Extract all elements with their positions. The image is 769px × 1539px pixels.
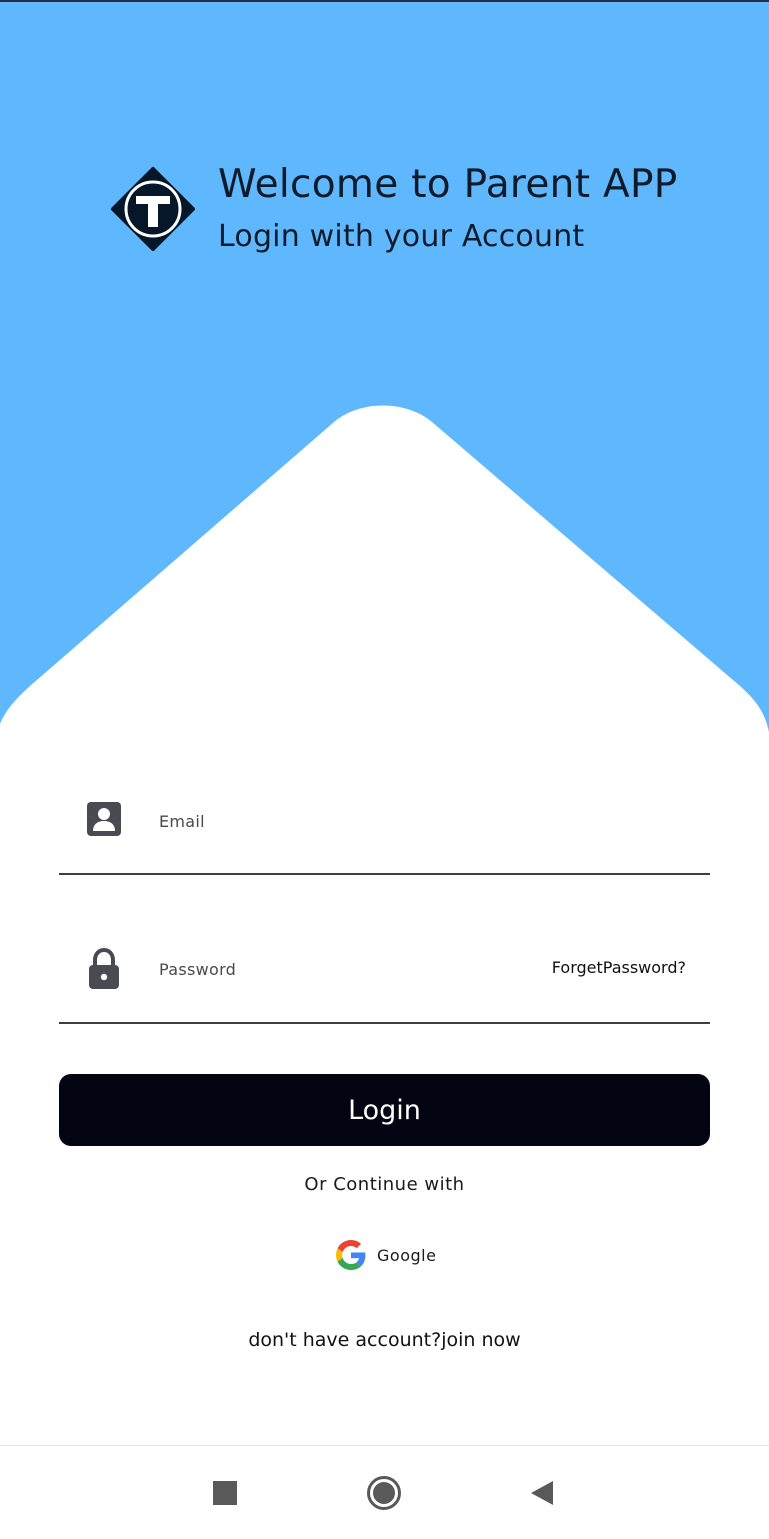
password-field: ForgetPassword?	[59, 927, 710, 1024]
login-button[interactable]: Login	[59, 1074, 710, 1146]
welcome-subtitle: Login with your Account	[218, 219, 585, 254]
t-diamond-logo-icon	[111, 167, 195, 251]
signup-row: don't have account?join now	[0, 1329, 769, 1351]
email-field	[59, 778, 710, 875]
email-input[interactable]	[159, 809, 679, 833]
join-now-link[interactable]: join now	[441, 1329, 520, 1351]
back-triangle-icon[interactable]	[529, 1479, 555, 1507]
password-input[interactable]	[159, 957, 539, 981]
lock-icon	[85, 947, 123, 989]
welcome-title: Welcome to Parent APP	[218, 162, 678, 207]
recents-square-icon[interactable]	[213, 1481, 237, 1505]
home-circle-icon[interactable]	[366, 1475, 402, 1511]
account-box-icon	[85, 800, 123, 840]
app-logo	[110, 166, 196, 252]
google-icon	[336, 1240, 366, 1270]
forget-password-link[interactable]: ForgetPassword?	[552, 958, 686, 977]
or-continue-label: Or Continue with	[304, 1174, 465, 1195]
google-login-button[interactable]: Google	[336, 1238, 446, 1272]
system-nav-bar	[0, 1445, 769, 1539]
signup-prompt: don't have account?	[248, 1329, 442, 1351]
google-label: Google	[377, 1245, 437, 1265]
hero-shape	[0, 2, 769, 732]
hero-background	[0, 2, 769, 732]
